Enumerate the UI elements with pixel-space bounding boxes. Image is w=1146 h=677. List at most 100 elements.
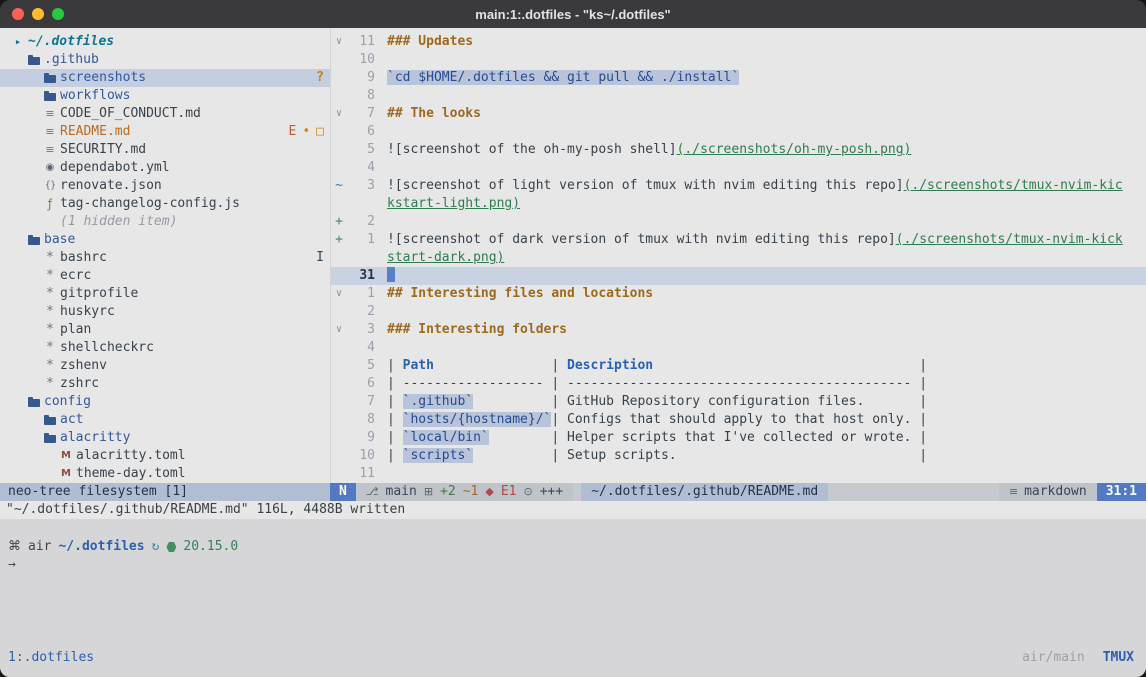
tree-item[interactable]: *zshrc — [0, 375, 330, 393]
tree-item[interactable]: ◉dependabot.yml — [0, 159, 330, 177]
line-number: 31 — [347, 267, 375, 285]
tree-item-label: theme-day.toml — [74, 465, 186, 483]
editor-line[interactable]: start-dark.png) — [331, 249, 1146, 267]
editor-line[interactable]: ∨11### Updates — [331, 33, 1146, 51]
tree-item[interactable]: ≡SECURITY.md — [0, 141, 330, 159]
tree-item[interactable]: ≡CODE_OF_CONDUCT.md — [0, 105, 330, 123]
tree-item[interactable]: screenshots? — [0, 69, 330, 87]
editor-line[interactable]: 5![screenshot of the oh-my-posh shell](.… — [331, 141, 1146, 159]
tree-item[interactable]: *huskyrc — [0, 303, 330, 321]
git-status-badges: ? — [316, 69, 330, 87]
titlebar[interactable]: main:1:.dotfiles - "ks~/.dotfiles" — [0, 0, 1146, 28]
dot-icon: ⊙ — [523, 483, 532, 501]
text-segment: `local/bin` — [403, 430, 489, 445]
refresh-icon: ↻ — [152, 538, 160, 556]
line-text: | `hosts/{hostname}/`| Configs that shou… — [375, 411, 927, 429]
tree-item-label: ecrc — [58, 267, 91, 285]
zoom-button[interactable] — [52, 8, 64, 20]
tree-item[interactable]: *ecrc — [0, 267, 330, 285]
tree-item[interactable]: .github — [0, 51, 330, 69]
editor-line[interactable]: 8| `hosts/{hostname}/`| Configs that sho… — [331, 411, 1146, 429]
fold-sign-column — [331, 141, 347, 159]
tree-item[interactable]: act — [0, 411, 330, 429]
text-segment: (./screenshots/tmux-nvim-kick — [896, 232, 1123, 247]
text-segment: | ------------------ | -----------------… — [387, 376, 927, 391]
folder-icon — [42, 87, 58, 105]
editor-line[interactable]: 6 — [331, 123, 1146, 141]
tree-item[interactable]: (1 hidden item) — [0, 213, 330, 231]
tmux-label: TMUX — [1103, 650, 1134, 665]
tree-item[interactable]: ƒtag-changelog-config.js — [0, 195, 330, 213]
tree-item[interactable]: *zshenv — [0, 357, 330, 375]
tree-item[interactable]: *gitprofile — [0, 285, 330, 303]
editor-line[interactable]: 4 — [331, 159, 1146, 177]
editor-line[interactable]: 4 — [331, 339, 1146, 357]
tree-item[interactable]: Malacritty.toml — [0, 447, 330, 465]
line-text — [375, 123, 387, 141]
editor-line[interactable]: kstart-light.png) — [331, 195, 1146, 213]
text-segment: | — [387, 430, 403, 445]
diff-added: +2 — [440, 483, 456, 501]
editor-line[interactable]: 9`cd $HOME/.dotfiles && git pull && ./in… — [331, 69, 1146, 87]
editor-line[interactable]: 10 — [331, 51, 1146, 69]
tree-item-label: alacritty.toml — [74, 447, 186, 465]
star-icon: * — [42, 357, 58, 375]
editor-line[interactable]: ∨1## Interesting files and locations — [331, 285, 1146, 303]
fold-sign-column — [331, 195, 347, 213]
text-segment: Helper scripts that I've collected or wr… — [567, 430, 911, 445]
close-button[interactable] — [12, 8, 24, 20]
text-segment: `scripts` — [403, 448, 473, 463]
editor-line[interactable]: ~3![screenshot of light version of tmux … — [331, 177, 1146, 195]
tree-item[interactable]: alacritty — [0, 429, 330, 447]
tree-item[interactable]: *bashrcI — [0, 249, 330, 267]
editor-line[interactable]: 7| `.github` | GitHub Repository configu… — [331, 393, 1146, 411]
tree-item-label: .github — [42, 51, 99, 69]
mode-indicator: N — [330, 483, 356, 501]
editor-line[interactable]: 6| ------------------ | ----------------… — [331, 375, 1146, 393]
editor-line[interactable]: +1![screenshot of dark version of tmux w… — [331, 231, 1146, 249]
tree-item[interactable]: Mtheme-day.toml — [0, 465, 330, 483]
tree-item-label: screenshots — [58, 69, 146, 87]
git-status-badge: • — [302, 123, 310, 141]
tree-item[interactable]: *shellcheckrc — [0, 339, 330, 357]
editor-line[interactable]: 31 — [331, 267, 1146, 285]
expander-icon[interactable]: ▸ — [10, 33, 26, 51]
text-segment: | — [473, 448, 567, 463]
folder-icon — [42, 411, 58, 429]
terminal-pane[interactable]: ⌘ air ~/.dotfiles ↻ 20.15.0 → 1:.dotfile… — [0, 519, 1146, 677]
editor-line[interactable]: ∨7## The looks — [331, 105, 1146, 123]
tree-item[interactable]: workflows — [0, 87, 330, 105]
tree-item[interactable]: base — [0, 231, 330, 249]
line-number: 10 — [347, 51, 375, 69]
editor-line[interactable]: 5| Path | Description | — [331, 357, 1146, 375]
prompt-input-line[interactable]: → — [0, 556, 1146, 574]
tree-item[interactable]: {}renovate.json — [0, 177, 330, 195]
file-tree: ▸~/.dotfiles.githubscreenshots?workflows… — [0, 33, 330, 483]
tree-item[interactable]: ≡README.mdE•□ — [0, 123, 330, 141]
editor-line[interactable]: ∨3### Interesting folders — [331, 321, 1146, 339]
editor-line[interactable]: +2 — [331, 213, 1146, 231]
line-number: 4 — [347, 339, 375, 357]
tree-item[interactable]: config — [0, 393, 330, 411]
editor-pane[interactable]: ∨11### Updates109`cd $HOME/.dotfiles && … — [330, 28, 1146, 483]
editor-line[interactable]: 11 — [331, 465, 1146, 483]
fold-sign-column: + — [331, 231, 347, 249]
json-icon: {} — [42, 177, 58, 195]
tree-item[interactable]: ▸~/.dotfiles — [0, 33, 330, 51]
text-segment: `cd $HOME/.dotfiles && git pull && ./ins… — [387, 70, 739, 85]
fold-sign-column — [331, 429, 347, 447]
fold-sign-column — [331, 357, 347, 375]
minimize-button[interactable] — [32, 8, 44, 20]
editor-line[interactable]: 9| `local/bin` | Helper scripts that I'v… — [331, 429, 1146, 447]
editor-line[interactable]: 10| `scripts` | Setup scripts. | — [331, 447, 1146, 465]
text-segment: | — [489, 430, 567, 445]
tree-item[interactable]: *plan — [0, 321, 330, 339]
fold-sign-column — [331, 465, 347, 483]
text-segment: ### Interesting folders — [387, 322, 567, 337]
editor-line[interactable]: 8 — [331, 87, 1146, 105]
tree-item-label: (1 hidden item) — [58, 213, 177, 231]
line-number: 8 — [347, 87, 375, 105]
tmux-window-tab[interactable]: 1:.dotfiles — [8, 650, 94, 665]
editor-buffer: ∨11### Updates109`cd $HOME/.dotfiles && … — [331, 33, 1146, 483]
editor-line[interactable]: 2 — [331, 303, 1146, 321]
